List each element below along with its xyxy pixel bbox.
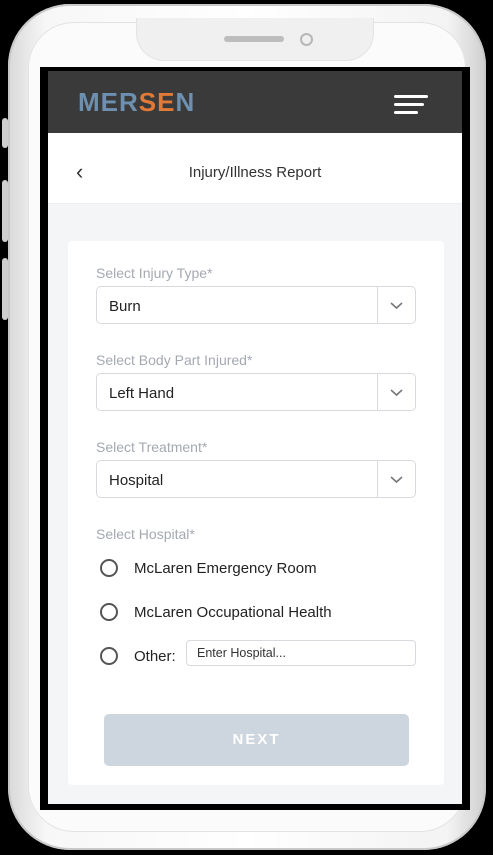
radio-button[interactable]	[100, 603, 118, 621]
chevron-down-icon[interactable]	[377, 374, 415, 410]
next-button[interactable]: NEXT	[104, 714, 409, 766]
treatment-value: Hospital	[109, 472, 164, 489]
app-header: MERSEN	[48, 71, 462, 133]
mersen-logo: MERSEN	[78, 87, 195, 118]
radio-button[interactable]	[100, 647, 118, 665]
body-part-select[interactable]: Left Hand	[96, 373, 416, 411]
radio-label: Other:	[134, 648, 176, 665]
treatment-label: Select Treatment*	[96, 439, 208, 455]
radio-button[interactable]	[100, 559, 118, 577]
logo-text-part3: N	[175, 87, 196, 117]
chevron-down-icon[interactable]	[377, 287, 415, 323]
other-hospital-input[interactable]	[186, 640, 416, 666]
hamburger-icon[interactable]	[394, 95, 428, 114]
injury-type-label: Select Injury Type*	[96, 265, 213, 281]
logo-text-part2: SE	[138, 87, 176, 117]
phone-volume-down	[2, 258, 8, 320]
treatment-select[interactable]: Hospital	[96, 460, 416, 498]
page-title: Injury/Illness Report	[188, 164, 322, 181]
body-part-value: Left Hand	[109, 385, 175, 402]
phone-side-button	[2, 118, 8, 148]
logo-text-part1: MER	[78, 87, 139, 117]
injury-type-value: Burn	[109, 298, 141, 315]
speaker-grille	[224, 36, 284, 42]
chevron-down-icon[interactable]	[377, 461, 415, 497]
body-part-label: Select Body Part Injured*	[96, 352, 253, 368]
phone-screen: MERSEN ‹ Injury/Illness Report Select In…	[40, 67, 470, 810]
hospital-label: Select Hospital*	[96, 526, 195, 542]
app-screen: MERSEN ‹ Injury/Illness Report Select In…	[48, 71, 462, 804]
radio-label: McLaren Occupational Health	[134, 604, 332, 621]
phone-volume-up	[2, 180, 8, 242]
injury-type-select[interactable]: Burn	[96, 286, 416, 324]
camera-icon	[300, 33, 313, 46]
radio-label: McLaren Emergency Room	[134, 560, 317, 577]
